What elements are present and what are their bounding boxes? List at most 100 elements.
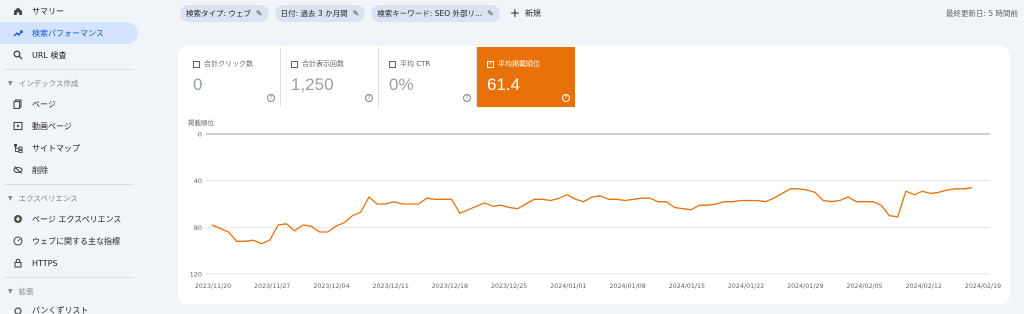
sidebar-item-label: HTTPS bbox=[32, 258, 58, 268]
chip-label: 検索キーワード: SEO 外部リ... bbox=[377, 8, 483, 18]
eye-off-icon bbox=[12, 164, 24, 176]
x-tick-label: 2024/01/22 bbox=[728, 283, 764, 290]
edit-pencil-icon[interactable]: ✎ bbox=[256, 9, 263, 18]
filter-chip-search-type[interactable]: 検索タイプ: ウェブ ✎ bbox=[180, 4, 269, 22]
metric-tabs: 合計クリック数 0? 合計表示回数 1,250? 平均 CTR 0%? ✓ 平均掲載順位 61.… bbox=[183, 47, 575, 107]
sidebar-item-label: ページ bbox=[32, 99, 56, 109]
sidebar-item-pages[interactable]: ページ bbox=[0, 93, 138, 115]
metric-label-row: ✓ 平均掲載順位 bbox=[487, 59, 565, 69]
divider bbox=[4, 277, 134, 278]
plus-icon: + bbox=[509, 6, 520, 20]
sidebar: サマリー 検索パフォーマンス URL 検査 ▼ インデックス作成 ページ 動画ページサ… bbox=[0, 0, 142, 314]
x-tick-label: 2024/02/12 bbox=[906, 283, 942, 290]
performance-card: 合計クリック数 0? 合計表示回数 1,250? 平均 CTR 0%? ✓ 平均掲載順位 61.… bbox=[178, 46, 1010, 304]
section-indexing-label: インデックス作成 bbox=[18, 78, 79, 88]
sidebar-item-label: ページ エクスペリエンス bbox=[32, 214, 122, 224]
filter-chip-date[interactable]: 日付: 過去 3 か月間 ✎ bbox=[274, 4, 366, 22]
search-icon bbox=[12, 49, 24, 61]
collapse-triangle-icon: ▼ bbox=[8, 287, 13, 295]
nav-group-main: サマリー検索パフォーマンス URL 検査 bbox=[0, 0, 142, 66]
checkbox-icon[interactable] bbox=[389, 60, 396, 68]
x-tick-label: 2023/12/25 bbox=[491, 283, 527, 290]
sidebar-item-label: URL 検査 bbox=[32, 50, 67, 60]
metric-tab[interactable]: 合計クリック数 0? bbox=[183, 47, 281, 107]
metric-label-row: 合計表示回数 bbox=[291, 59, 368, 69]
divider bbox=[4, 184, 134, 185]
plus-circle-icon bbox=[12, 213, 24, 225]
help-icon[interactable]: ? bbox=[365, 94, 373, 102]
section-enhancements[interactable]: ▼ 拡張 bbox=[0, 281, 142, 301]
sidebar-item-gauge[interactable]: ウェブに関する主な指標 bbox=[0, 230, 138, 252]
edit-pencil-icon[interactable]: ✎ bbox=[487, 9, 494, 18]
sitemap-icon bbox=[12, 142, 24, 154]
position-chart: 掲載順位 0 40 80 120 2023/11/20 2023/11/27 2023/12/… bbox=[188, 118, 1001, 290]
nav-group-indexing: ページ動画ページサイトマップ削除 bbox=[0, 93, 142, 181]
x-tick-label: 2023/12/04 bbox=[313, 283, 349, 290]
sidebar-item-video[interactable]: 動画ページ bbox=[0, 115, 138, 137]
sidebar-item-label: サイトマップ bbox=[32, 143, 80, 153]
sidebar-item-search[interactable]: URL 検査 bbox=[0, 44, 138, 66]
pages-icon bbox=[12, 98, 24, 110]
sidebar-item-home[interactable]: サマリー bbox=[0, 0, 138, 22]
checkbox-icon[interactable]: ✓ bbox=[487, 60, 494, 68]
sidebar-item-trending[interactable]: 検索パフォーマンス bbox=[0, 22, 138, 44]
sidebar-item-label: パンくずリスト bbox=[32, 306, 89, 314]
metric-label: 平均掲載順位 bbox=[498, 60, 540, 68]
new-filter-button[interactable]: + 新規 bbox=[510, 7, 541, 19]
filter-bar: 検索タイプ: ウェブ ✎ 日付: 過去 3 か月間 ✎ 検索キーワード: SEO… bbox=[180, 4, 541, 22]
metric-label: 平均 CTR bbox=[400, 60, 431, 68]
section-indexing[interactable]: ▼ インデックス作成 bbox=[0, 73, 142, 93]
sidebar-item-label: ウェブに関する主な指標 bbox=[32, 236, 120, 246]
section-experience-label: エクスペリエンス bbox=[18, 193, 78, 203]
x-tick-label: 2024/01/15 bbox=[669, 283, 705, 290]
y-tick-label: 40 bbox=[194, 177, 202, 185]
metric-label-row: 合計クリック数 bbox=[193, 59, 270, 69]
help-icon[interactable]: ? bbox=[463, 94, 471, 102]
collapse-triangle-icon: ▼ bbox=[8, 79, 13, 87]
metric-value: 0 bbox=[193, 75, 203, 94]
chip-label: 検索タイプ: ウェブ bbox=[186, 8, 251, 18]
last-updated-text: 最終更新日: 5 時間前 bbox=[945, 9, 1018, 18]
lock-icon bbox=[12, 257, 24, 269]
sidebar-item-label: 検索パフォーマンス bbox=[32, 28, 104, 38]
filter-chip-query[interactable]: 検索キーワード: SEO 外部リ... ✎ bbox=[371, 4, 500, 22]
section-enhancements-label: 拡張 bbox=[18, 286, 34, 296]
checkbox-icon[interactable] bbox=[291, 60, 298, 68]
sidebar-item-plus-circle[interactable]: ページ エクスペリエンス bbox=[0, 208, 138, 230]
series-line-average-position bbox=[211, 187, 973, 245]
video-icon bbox=[12, 120, 24, 132]
metric-tab[interactable]: 平均 CTR 0%? bbox=[379, 47, 477, 107]
y-tick-label: 0 bbox=[198, 131, 202, 139]
help-icon[interactable]: ? bbox=[267, 94, 275, 102]
metric-label: 合計表示回数 bbox=[302, 60, 344, 68]
trending-icon bbox=[12, 27, 24, 39]
section-experience[interactable]: ▼ エクスペリエンス bbox=[0, 188, 142, 208]
nav-group-experience: ページ エクスペリエンス ウェブに関する主な指標 HTTPS bbox=[0, 208, 142, 274]
x-tick-label: 2024/02/19 bbox=[965, 283, 1001, 290]
help-icon[interactable]: ? bbox=[562, 94, 570, 102]
sidebar-item-breadcrumbs[interactable]: パンくずリスト bbox=[0, 301, 138, 314]
sidebar-item-eye-off[interactable]: 削除 bbox=[0, 159, 138, 181]
metric-label: 合計クリック数 bbox=[204, 60, 253, 68]
sidebar-item-sitemap[interactable]: サイトマップ bbox=[0, 137, 138, 159]
sidebar-item-lock[interactable]: HTTPS bbox=[0, 252, 138, 274]
edit-pencil-icon[interactable]: ✎ bbox=[353, 9, 360, 18]
sidebar-item-label: サマリー bbox=[32, 6, 64, 16]
x-tick-label: 2024/01/08 bbox=[609, 283, 645, 290]
metric-label-row: 平均 CTR bbox=[389, 59, 466, 69]
y-tick-label: 80 bbox=[194, 224, 202, 232]
metric-value: 0% bbox=[389, 75, 414, 94]
collapse-triangle-icon: ▼ bbox=[8, 194, 13, 202]
y-tick-label: 120 bbox=[190, 271, 202, 279]
chip-label: 日付: 過去 3 か月間 bbox=[280, 8, 348, 18]
metric-tab[interactable]: ✓ 平均掲載順位 61.4? bbox=[477, 47, 575, 107]
x-tick-label: 2023/11/27 bbox=[254, 283, 290, 290]
checkbox-icon[interactable] bbox=[193, 60, 200, 68]
divider bbox=[4, 69, 134, 70]
metric-value: 61.4 bbox=[487, 75, 521, 94]
metric-tab[interactable]: 合計表示回数 1,250? bbox=[281, 47, 379, 107]
new-filter-label: 新規 bbox=[524, 8, 541, 18]
x-tick-label: 2023/12/11 bbox=[373, 283, 409, 290]
x-tick-label: 2023/12/18 bbox=[432, 283, 468, 290]
sidebar-item-label: 動画ページ bbox=[32, 121, 72, 131]
